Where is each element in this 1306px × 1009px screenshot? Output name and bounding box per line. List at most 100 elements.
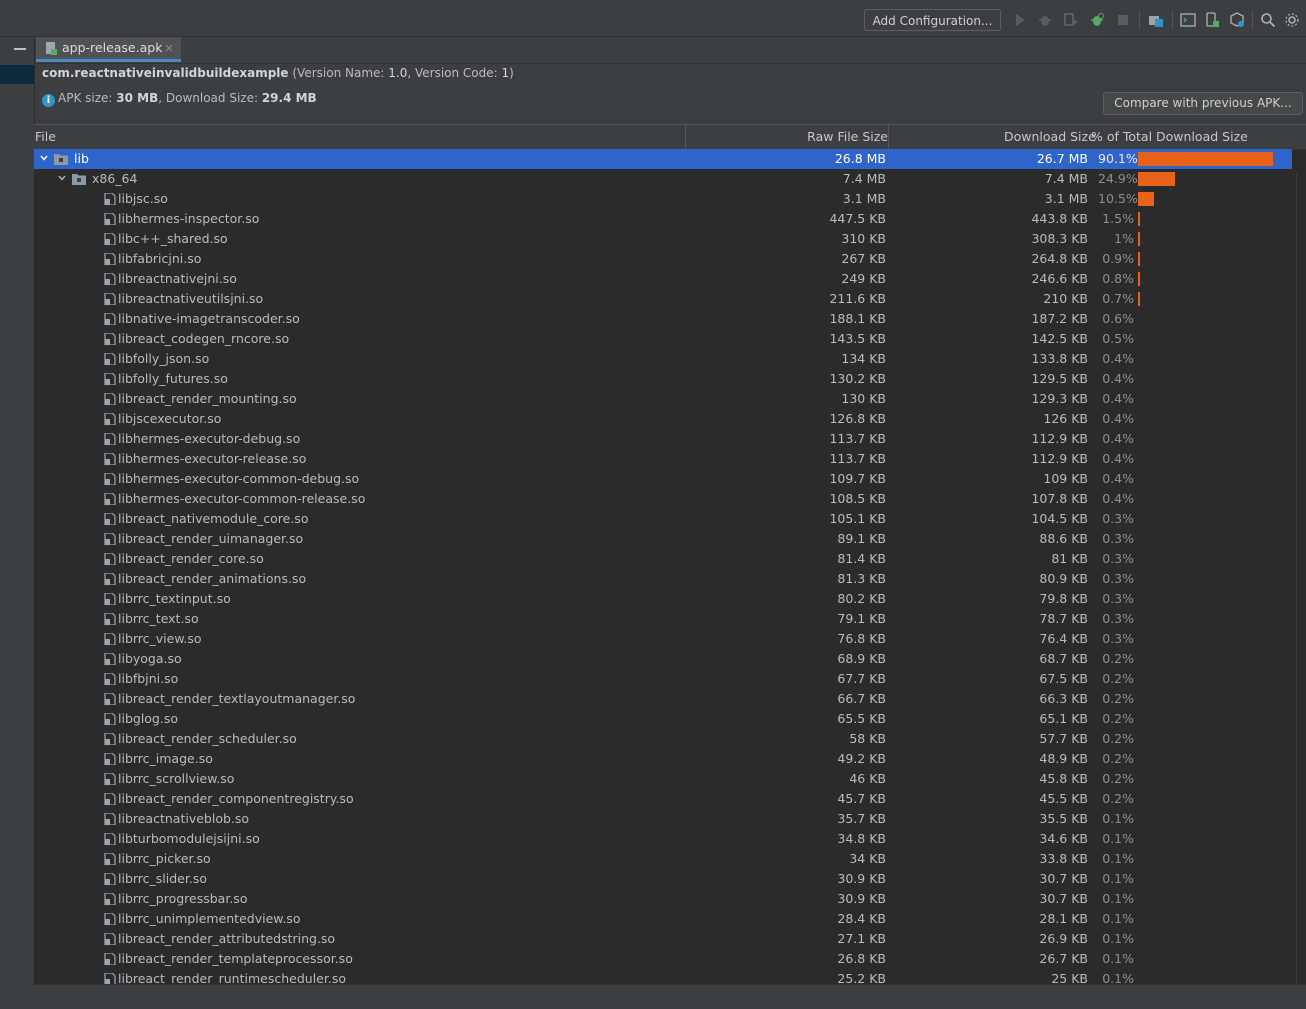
tree-file-row[interactable]: libjscexecutor.so 126.8 KB 126 KB 0.4% <box>34 409 1292 429</box>
percent-of-total: 0.3% <box>1102 571 1134 586</box>
tree-file-row[interactable]: libhermes-inspector.so 447.5 KB 443.8 KB 1.… <box>34 209 1292 229</box>
tree-file-row[interactable]: librrc_progressbar.so 30.9 KB 30.7 KB 0.1% <box>34 889 1292 909</box>
file-name: librrc_unimplementedview.so <box>118 911 301 926</box>
tree-file-row[interactable]: libreact_render_animations.so 81.3 KB 80.9… <box>34 569 1292 589</box>
sdk-manager-icon[interactable] <box>1229 12 1245 28</box>
tree-file-row[interactable]: librrc_unimplementedview.so 28.4 KB 28.1 K… <box>34 909 1292 929</box>
tree-file-row[interactable]: libreact_render_mounting.so 130 KB 129.3 K… <box>34 389 1292 409</box>
tree-file-row[interactable]: libhermes-executor-common-debug.so 109.7 … <box>34 469 1292 489</box>
project-structure-icon[interactable] <box>1148 12 1164 28</box>
percent-of-total: 0.2% <box>1102 711 1134 726</box>
tree-file-row[interactable]: libjsc.so 3.1 MB 3.1 MB 10.5% <box>34 189 1292 209</box>
raw-size: 67.7 KB <box>837 671 886 686</box>
download-size: 142.5 KB <box>1031 331 1088 346</box>
download-size: 246.6 KB <box>1031 271 1088 286</box>
tree-file-row[interactable]: libhermes-executor-debug.so 113.7 KB 112.9… <box>34 429 1292 449</box>
download-size: 187.2 KB <box>1031 311 1088 326</box>
device-manager-icon[interactable] <box>1204 12 1220 28</box>
debug-icon[interactable] <box>1037 12 1053 28</box>
close-icon[interactable]: × <box>164 37 174 59</box>
stop-icon[interactable] <box>1115 12 1131 28</box>
column-header-raw-size[interactable]: Raw File Size <box>807 125 888 149</box>
raw-size: 49.2 KB <box>837 751 886 766</box>
file-name: libreact_render_mounting.so <box>118 391 297 406</box>
tree-file-row[interactable]: libnative-imagetranscoder.so 188.1 KB 187.… <box>34 309 1292 329</box>
tree-file-row[interactable]: librrc_textinput.so 80.2 KB 79.8 KB 0.3% <box>34 589 1292 609</box>
tree-file-row[interactable]: libreactnativejni.so 249 KB 246.6 KB 0.8% <box>34 269 1292 289</box>
percent-of-total: 90.1% <box>1098 151 1138 166</box>
raw-size: 35.7 KB <box>837 811 886 826</box>
tree-file-row[interactable]: librrc_view.so 76.8 KB 76.4 KB 0.3% <box>34 629 1292 649</box>
chevron-down-icon[interactable] <box>58 174 66 182</box>
file-icon <box>104 693 116 705</box>
tree-file-row[interactable]: libfabricjni.so 267 KB 264.8 KB 0.9% <box>34 249 1292 269</box>
column-header-file[interactable]: File <box>35 125 56 149</box>
raw-size: 109.7 KB <box>829 471 886 486</box>
column-header-percent[interactable]: % of Total Download Size <box>1091 125 1248 149</box>
tab-app-release-apk[interactable]: app-release.apk × <box>36 37 181 62</box>
search-icon[interactable] <box>1260 12 1276 28</box>
compare-with-previous-apk-button[interactable]: Compare with previous APK... <box>1103 92 1303 115</box>
download-size: 26.7 MB <box>1036 151 1088 166</box>
download-size: 308.3 KB <box>1031 231 1088 246</box>
tree-folder-row[interactable]: lib 26.8 MB 26.7 MB 90.1% <box>34 149 1292 169</box>
tree-file-row[interactable]: libturbomodulejsijni.so 34.8 KB 34.6 KB 0.1… <box>34 829 1292 849</box>
tree-file-row[interactable]: libreact_render_runtimescheduler.so 25.2 … <box>34 969 1292 985</box>
tree-file-row[interactable]: librrc_picker.so 34 KB 33.8 KB 0.1% <box>34 849 1292 869</box>
profile-icon[interactable] <box>1089 12 1105 28</box>
column-divider[interactable] <box>888 125 889 149</box>
tree-file-row[interactable]: libreact_nativemodule_core.so 105.1 KB 104… <box>34 509 1292 529</box>
file-icon <box>104 633 116 645</box>
tree-folder-row[interactable]: x86_64 7.4 MB 7.4 MB 24.9% <box>34 169 1292 189</box>
settings-icon[interactable] <box>1284 12 1300 28</box>
tab-label: app-release.apk <box>62 40 163 55</box>
raw-size: 126.8 KB <box>829 411 886 426</box>
tree-file-row[interactable]: libreact_codegen_rncore.so 143.5 KB 142.5 … <box>34 329 1292 349</box>
tree-file-row[interactable]: libreact_render_uimanager.so 89.1 KB 88.6 … <box>34 529 1292 549</box>
coverage-icon[interactable] <box>1063 12 1079 28</box>
tree-file-row[interactable]: librrc_scrollview.so 46 KB 45.8 KB 0.2% <box>34 769 1292 789</box>
download-size: 88.6 KB <box>1039 531 1088 546</box>
add-configuration-button[interactable]: Add Configuration... <box>864 9 1001 31</box>
percent-of-total: 0.1% <box>1102 951 1134 966</box>
tree-file-row[interactable]: libglog.so 65.5 KB 65.1 KB 0.2% <box>34 709 1292 729</box>
tree-file-row[interactable]: libc++_shared.so 310 KB 308.3 KB 1% <box>34 229 1292 249</box>
tree-file-row[interactable]: libyoga.so 68.9 KB 68.7 KB 0.2% <box>34 649 1292 669</box>
file-name: libreactnativeutilsjni.so <box>118 291 264 306</box>
vertical-scrollbar[interactable] <box>1296 172 1306 984</box>
terminal-icon[interactable] <box>1180 12 1196 28</box>
tree-file-row[interactable]: librrc_image.so 49.2 KB 48.9 KB 0.2% <box>34 749 1292 769</box>
tree-file-row[interactable]: libreact_render_textlayoutmanager.so 66.7… <box>34 689 1292 709</box>
file-name: libglog.so <box>118 711 179 726</box>
tree-file-row[interactable]: libhermes-executor-common-release.so 108.… <box>34 489 1292 509</box>
tree-file-row[interactable]: libreact_render_attributedstring.so 27.1 … <box>34 929 1292 949</box>
tree-file-row[interactable]: libreact_render_scheduler.so 58 KB 57.7 KB… <box>34 729 1292 749</box>
project-item-selected[interactable] <box>0 65 34 84</box>
run-icon[interactable] <box>1012 12 1028 28</box>
tree-file-row[interactable]: librrc_text.so 79.1 KB 78.7 KB 0.3% <box>34 609 1292 629</box>
tree-file-row[interactable]: libfolly_json.so 134 KB 133.8 KB 0.4% <box>34 349 1292 369</box>
apk-size-value: 30 MB <box>116 91 159 105</box>
folder-icon <box>54 154 68 165</box>
tree-file-row[interactable]: libhermes-executor-release.so 113.7 KB 112… <box>34 449 1292 469</box>
tree-file-row[interactable]: librrc_slider.so 30.9 KB 30.7 KB 0.1% <box>34 869 1292 889</box>
file-name: libreact_render_uimanager.so <box>118 531 304 546</box>
tree-file-row[interactable]: libreact_render_core.so 81.4 KB 81 KB 0.3% <box>34 549 1292 569</box>
raw-size: 30.9 KB <box>837 871 886 886</box>
download-size: 33.8 KB <box>1039 851 1088 866</box>
tree-file-row[interactable]: libfolly_futures.so 130.2 KB 129.5 KB 0.4% <box>34 369 1292 389</box>
column-header-download-size[interactable]: Download Size <box>1004 125 1096 149</box>
tree-file-row[interactable]: libreactnativeutilsjni.so 211.6 KB 210 KB 0… <box>34 289 1292 309</box>
chevron-down-icon[interactable] <box>40 154 48 162</box>
percent-of-total: 0.1% <box>1102 871 1134 886</box>
column-divider[interactable] <box>685 125 686 149</box>
raw-size: 310 KB <box>841 231 886 246</box>
file-name: librrc_slider.so <box>118 871 207 886</box>
tree-file-row[interactable]: libreactnativeblob.so 35.7 KB 35.5 KB 0.1% <box>34 809 1292 829</box>
collapse-icon[interactable] <box>14 48 26 50</box>
tree-file-row[interactable]: libfbjni.so 67.7 KB 67.5 KB 0.2% <box>34 669 1292 689</box>
tree-file-row[interactable]: libreact_render_templateprocessor.so 26.8… <box>34 949 1292 969</box>
percent-of-total: 0.1% <box>1102 911 1134 926</box>
tree-file-row[interactable]: libreact_render_componentregistry.so 45.7… <box>34 789 1292 809</box>
percent-bar <box>1138 192 1154 206</box>
